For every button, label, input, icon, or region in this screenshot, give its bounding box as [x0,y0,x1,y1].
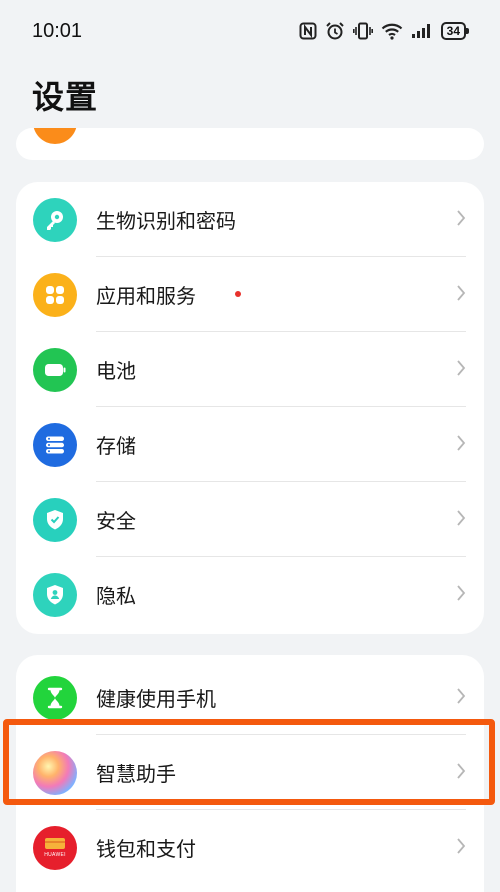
chevron-right-icon [456,284,466,306]
battery-icon [33,347,77,392]
settings-item-wallet[interactable]: HUAWEI 钱包和支付 [16,810,484,885]
settings-item-battery[interactable]: 电池 [16,332,484,407]
wifi-icon [381,22,403,40]
notification-dot [235,291,241,297]
shield-check-icon [33,497,77,542]
wallet-icon: HUAWEI [33,825,77,870]
vibrate-icon [352,22,373,40]
nfc-icon [299,22,317,40]
chevron-right-icon [456,434,466,456]
chevron-right-icon [456,837,466,859]
wallet-brand-text: HUAWEI [44,852,66,858]
battery-indicator: 34 [440,22,470,40]
settings-item-label: 电池 [96,359,136,383]
status-icons: 34 [299,21,470,41]
settings-item-apps-services[interactable]: 应用和服务 [16,257,484,332]
chevron-right-icon [456,584,466,606]
settings-item-label: 存储 [96,434,136,458]
previous-settings-card [16,128,484,160]
chevron-right-icon [456,762,466,784]
storage-icon [33,422,77,467]
settings-item-biometrics[interactable]: 生物识别和密码 [16,182,484,257]
status-time: 10:01 [32,19,83,42]
shield-person-icon [33,572,77,617]
chevron-right-icon [456,509,466,531]
settings-item-smart-assistant[interactable]: 智慧助手 [16,735,484,810]
settings-item-label: 健康使用手机 [96,687,216,711]
partial-orange-icon [33,128,77,144]
settings-card-secondary: 健康使用手机 智慧助手 HUAWEI 钱包和支付 [16,655,484,892]
settings-item-privacy[interactable]: 隐私 [16,557,484,632]
settings-item-label: 安全 [96,509,136,533]
alarm-icon [325,21,345,41]
hourglass-icon [33,675,77,720]
settings-item-label: 隐私 [96,584,136,608]
settings-item-label: 钱包和支付 [96,837,196,861]
apps-icon [33,272,77,317]
settings-item-digital-balance[interactable]: 健康使用手机 [16,660,484,735]
chevron-right-icon [456,209,466,231]
settings-item-label: 智慧助手 [96,762,176,786]
settings-item-security[interactable]: 安全 [16,482,484,557]
assistant-orb-icon [33,750,77,795]
chevron-right-icon [456,359,466,381]
page-title: 设置 [32,78,99,116]
settings-item-label: 应用和服务 [96,284,196,308]
chevron-right-icon [456,687,466,709]
key-icon [33,197,77,242]
settings-item-label: 生物识别和密码 [96,209,236,233]
signal-icon [411,23,433,39]
settings-card-main: 生物识别和密码 应用和服务 电池 存储 安全 隐私 [16,182,484,634]
settings-item-storage[interactable]: 存储 [16,407,484,482]
status-bar: 10:01 34 [0,0,500,62]
